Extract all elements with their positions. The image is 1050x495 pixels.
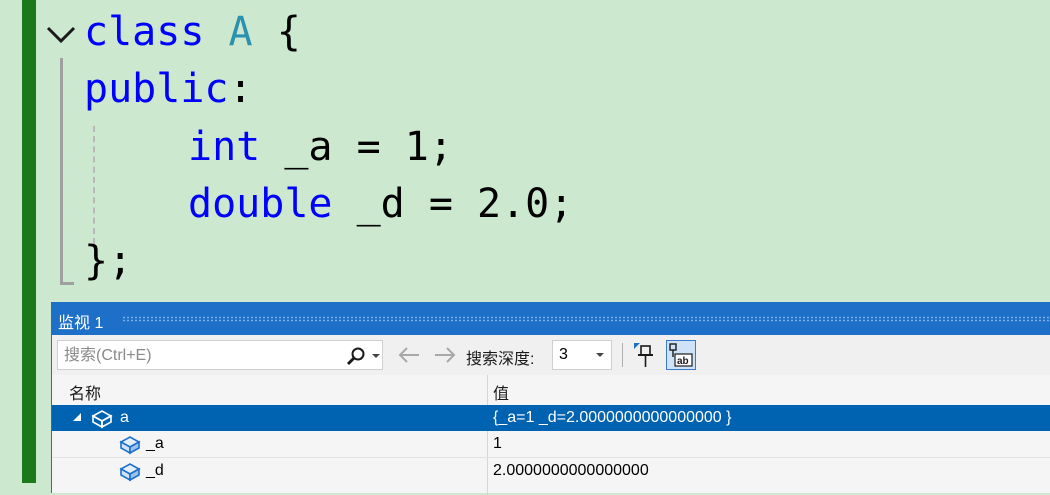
title-grip <box>122 316 1050 322</box>
row-value[interactable]: 2.0000000000000000 <box>493 462 649 480</box>
column-header-name[interactable]: 名称 <box>69 380 101 404</box>
row-value[interactable]: 1 <box>493 435 502 453</box>
code-line-int-member[interactable]: int _a = 1; <box>188 119 453 175</box>
search-depth-select[interactable]: 3 <box>552 340 612 370</box>
fold-guide-end <box>60 282 74 285</box>
watch-title-bar[interactable]: 监视 1 <box>52 303 1050 335</box>
object-icon <box>91 410 113 429</box>
object-icon <box>119 436 141 455</box>
watch-row-_a[interactable]: _a 1 <box>52 431 1050 457</box>
row-name: _a <box>146 435 164 452</box>
keyword-class: class <box>84 9 205 55</box>
code-text: { <box>252 9 301 55</box>
keyword-int: int <box>188 124 261 170</box>
code-line-access[interactable]: public: <box>84 61 253 117</box>
svg-text:ab: ab <box>677 356 689 367</box>
watch-row-_d[interactable]: _d 2.0000000000000000 <box>52 458 1050 484</box>
row-name: _d <box>146 462 164 479</box>
code-text: }; <box>84 238 133 284</box>
code-text: _d = 2.0; <box>332 181 574 227</box>
toolbar-separator <box>622 343 623 367</box>
code-text: _a = 1; <box>260 124 453 170</box>
row-name: a <box>120 409 129 426</box>
column-header-value[interactable]: 值 <box>493 380 509 404</box>
keyword-public: public <box>84 66 229 112</box>
collapse-chevron-icon[interactable] <box>44 20 78 50</box>
search-depth-value: 3 <box>559 346 568 363</box>
change-indicator-bar <box>22 0 36 483</box>
column-header-row: 名称 值 <box>52 375 1050 403</box>
row-value[interactable]: {_a=1 _d=2.0000000000000000 } <box>493 409 731 427</box>
indent-guide <box>93 126 95 244</box>
expand-triangle-icon[interactable] <box>72 412 82 422</box>
code-text: : <box>228 66 253 112</box>
watch-window: 监视 1 搜索深度: 3 <box>51 302 1050 495</box>
arrow-left-icon[interactable] <box>397 345 421 365</box>
code-line-double-member[interactable]: double _d = 2.0; <box>188 176 573 232</box>
watch-title: 监视 1 <box>58 315 104 332</box>
keyword-double: double <box>188 181 333 227</box>
chevron-down-icon <box>596 353 604 357</box>
pin-icon[interactable] <box>632 341 658 369</box>
arrow-right-icon[interactable] <box>433 345 457 365</box>
search-input[interactable] <box>62 344 336 368</box>
hex-display-button[interactable]: ab <box>666 340 696 370</box>
code-line-class-end[interactable]: }; <box>84 233 132 289</box>
search-icon[interactable] <box>346 346 366 366</box>
type-name-A: A <box>228 9 253 55</box>
fold-guide-line <box>60 58 63 284</box>
watch-toolbar: 搜索深度: 3 ab <box>52 335 1050 375</box>
object-icon <box>119 463 141 482</box>
search-depth-label: 搜索深度: <box>466 351 535 368</box>
code-line-class-decl[interactable]: class A { <box>84 4 301 60</box>
watch-row-a[interactable]: a {_a=1 _d=2.0000000000000000 } <box>52 405 1050 431</box>
search-box[interactable] <box>57 340 383 370</box>
search-options-dropdown-icon[interactable] <box>370 346 382 366</box>
hex-display-icon: ab <box>669 343 693 367</box>
